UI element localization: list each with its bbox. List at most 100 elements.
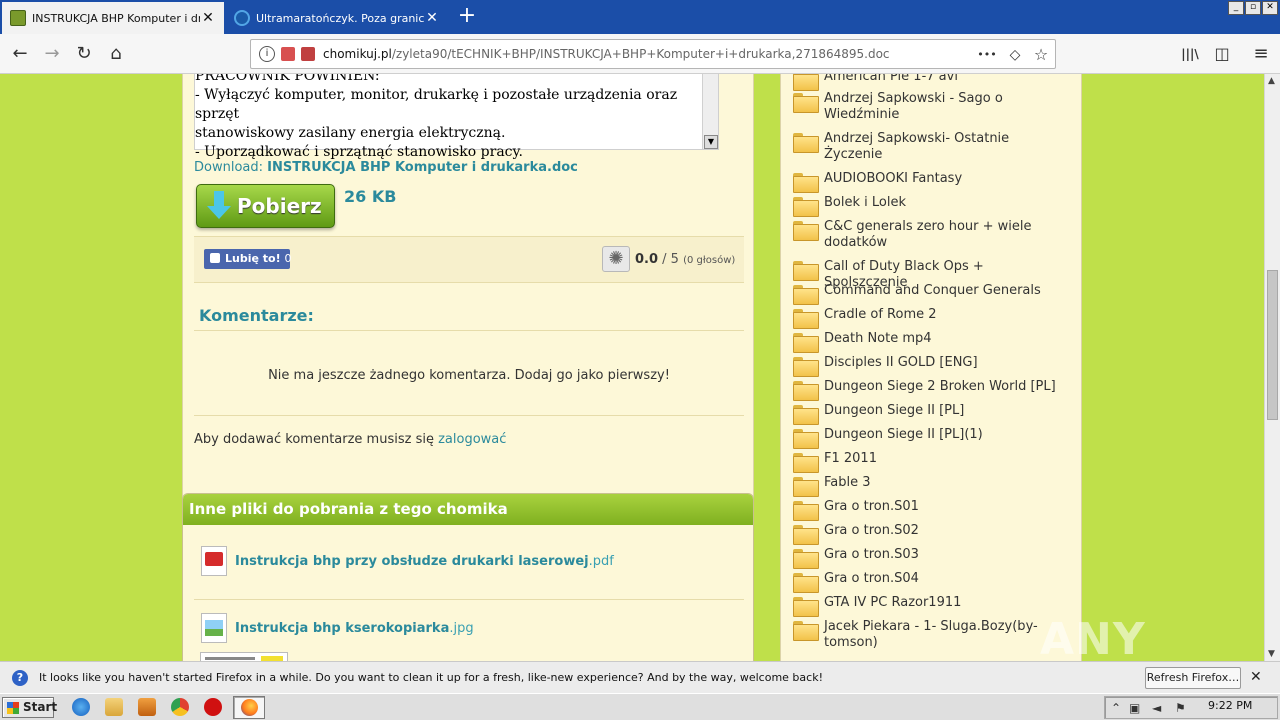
insecure-connection-icon[interactable] bbox=[301, 47, 315, 61]
internet-explorer-icon[interactable] bbox=[72, 698, 90, 716]
page-actions-icon[interactable]: ••• bbox=[977, 45, 997, 65]
comments-heading: Komentarze: bbox=[199, 306, 314, 325]
preview-line: PRACOWNIK POWINIEN: bbox=[195, 74, 380, 84]
list-item[interactable]: Instrukcja bhp przy obsłudze drukarki la… bbox=[201, 546, 614, 576]
tab-close-icon[interactable]: ✕ bbox=[200, 10, 216, 26]
file-name-link[interactable]: Instrukcja bhp kserokopiarka bbox=[235, 621, 449, 636]
close-window-button[interactable]: ✕ bbox=[1262, 1, 1278, 15]
pobierz-download-button[interactable]: Pobierz bbox=[196, 184, 335, 228]
new-tab-button[interactable]: + bbox=[454, 4, 480, 30]
folder-label: Disciples II GOLD [ENG] bbox=[824, 355, 978, 370]
tab-title: Ultramaratończyk. Poza granicam bbox=[256, 11, 424, 25]
folder-item[interactable]: Gra o tron.S03 bbox=[793, 547, 1062, 569]
document-preview[interactable]: PRACOWNIK POWINIEN: - Wyłączyć komputer,… bbox=[194, 74, 719, 160]
network-icon[interactable]: ▣ bbox=[1129, 701, 1140, 715]
folder-item[interactable]: Fable 3 bbox=[793, 475, 1062, 497]
folder-item[interactable]: Gra o tron.S01 bbox=[793, 499, 1062, 521]
folder-icon bbox=[793, 549, 819, 569]
download-filename-link[interactable]: INSTRUKCJA BHP Komputer i drukarka.doc bbox=[267, 160, 578, 175]
refresh-notification-bar: ? It looks like you haven't started Fire… bbox=[0, 661, 1280, 693]
folder-label: American Pie 1-7 avi bbox=[824, 74, 958, 84]
folder-item[interactable]: GTA IV PC Razor1911 bbox=[793, 595, 1062, 617]
url-host: chomikuj.pl bbox=[323, 47, 392, 61]
folder-label: Dungeon Siege 2 Broken World [PL] bbox=[824, 379, 1056, 394]
divider bbox=[194, 415, 744, 416]
tray-expand-icon[interactable]: ⌃ bbox=[1111, 701, 1121, 715]
scroll-down-arrow-icon[interactable]: ▼ bbox=[704, 135, 718, 149]
preview-scrollbar[interactable]: ▼ bbox=[702, 74, 718, 149]
folder-item[interactable]: F1 2011 bbox=[793, 451, 1062, 473]
media-player-icon[interactable] bbox=[138, 698, 156, 716]
folder-label: Jacek Piekara - 1- Sluga.Bozy(by-tomson) bbox=[824, 619, 1038, 650]
tab-active[interactable]: INSTRUKCJA BHP Komputer i druk ✕ bbox=[2, 2, 224, 34]
blocked-permission-icon[interactable] bbox=[281, 47, 295, 61]
scroll-down-arrow-icon[interactable]: ▼ bbox=[1268, 649, 1275, 659]
file-explorer-icon[interactable] bbox=[105, 698, 123, 716]
folder-item[interactable]: C&C generals zero hour + wiele dodatków bbox=[793, 219, 1062, 251]
close-icon[interactable]: ✕ bbox=[1250, 669, 1262, 685]
folder-item[interactable]: Dungeon Siege II [PL](1) bbox=[793, 427, 1062, 449]
folder-label: AUDIOBOOKI Fantasy bbox=[824, 171, 963, 186]
login-link[interactable]: zalogować bbox=[438, 432, 506, 447]
home-button[interactable]: ⌂ bbox=[102, 40, 130, 68]
folder-icon bbox=[793, 333, 819, 353]
folder-item[interactable]: American Pie 1-7 avi bbox=[793, 74, 1062, 91]
other-files-heading: Inne pliki do pobrania z tego chomika bbox=[183, 494, 753, 525]
folder-label: Gra o tron.S03 bbox=[824, 547, 919, 562]
folder-item[interactable]: Disciples II GOLD [ENG] bbox=[793, 355, 1062, 377]
firefox-taskbar-button[interactable] bbox=[233, 696, 265, 719]
folder-item[interactable]: Jacek Piekara - 1- Sluga.Bozy(by-tomson) bbox=[793, 619, 1062, 651]
list-item[interactable]: Instrukcja bhp kserokopiarka .jpg bbox=[201, 613, 474, 643]
pobierz-label: Pobierz bbox=[237, 194, 322, 218]
file-name-link[interactable]: Instrukcja bhp przy obsłudze drukarki la… bbox=[235, 554, 589, 569]
tab-inactive[interactable]: Ultramaratończyk. Poza granicam ✕ bbox=[226, 2, 448, 34]
page-scrollbar[interactable]: ▲ ▼ bbox=[1264, 74, 1280, 661]
scroll-up-arrow-icon[interactable]: ▲ bbox=[1268, 76, 1275, 86]
folder-item[interactable]: Death Note mp4 bbox=[793, 331, 1062, 353]
folder-label: Death Note mp4 bbox=[824, 331, 932, 346]
action-center-flag-icon[interactable]: ⚑ bbox=[1175, 701, 1186, 715]
url-text[interactable]: chomikuj.pl/zyleta90/tECHNIK+BHP/INSTRUK… bbox=[323, 47, 890, 61]
chrome-icon[interactable] bbox=[171, 698, 189, 716]
folder-item[interactable]: Andrzej Sapkowski- Ostatnie Życzenie bbox=[793, 131, 1062, 163]
folder-item[interactable]: Gra o tron.S04 bbox=[793, 571, 1062, 593]
url-path: /zyleta90/tECHNIK+BHP/INSTRUKCJA+BHP+Kom… bbox=[391, 47, 890, 61]
windows-taskbar: Start ⌃ ▣ ◄ ⚑ 9:22 PM bbox=[0, 693, 1280, 720]
library-icon[interactable]: |||\ bbox=[1176, 40, 1204, 68]
sidebar-icon[interactable]: ◫ bbox=[1208, 40, 1236, 68]
file-thumbnail[interactable] bbox=[200, 652, 288, 661]
clock[interactable]: 9:22 PM bbox=[1208, 699, 1252, 712]
refresh-firefox-button[interactable]: Refresh Firefox… bbox=[1145, 667, 1241, 689]
volume-icon[interactable]: ◄ bbox=[1152, 701, 1161, 715]
start-button[interactable]: Start bbox=[2, 697, 57, 718]
firefox-icon bbox=[241, 699, 258, 716]
folder-item[interactable]: Cradle of Rome 2 bbox=[793, 307, 1062, 329]
site-info-icon[interactable]: i bbox=[259, 46, 275, 62]
folder-item[interactable]: Bolek i Lolek bbox=[793, 195, 1062, 217]
folder-item[interactable]: Dungeon Siege 2 Broken World [PL] bbox=[793, 379, 1062, 401]
maximize-button[interactable]: ▫ bbox=[1245, 1, 1261, 15]
folder-label: Andrzej Sapkowski- Ostatnie Życzenie bbox=[824, 131, 1010, 162]
folder-label: GTA IV PC Razor1911 bbox=[824, 595, 962, 610]
reload-button[interactable]: ↻ bbox=[70, 40, 98, 68]
menu-icon[interactable]: ≡ bbox=[1247, 40, 1275, 68]
facebook-like-button[interactable]: Lubię to! 0 bbox=[204, 249, 291, 269]
rating-gear-icon[interactable]: ✺ bbox=[602, 246, 630, 272]
folder-item[interactable]: Andrzej Sapkowski - Sago o Wiedźminie bbox=[793, 91, 1062, 123]
folder-label: Bolek i Lolek bbox=[824, 195, 906, 210]
bookmark-star-icon[interactable]: ☆ bbox=[1031, 45, 1051, 65]
opera-icon[interactable] bbox=[204, 698, 222, 716]
scrollbar-thumb[interactable] bbox=[1267, 270, 1278, 420]
folder-icon bbox=[793, 285, 819, 305]
minimize-button[interactable]: _ bbox=[1228, 1, 1244, 15]
folder-item[interactable]: Dungeon Siege II [PL] bbox=[793, 403, 1062, 425]
pocket-icon[interactable]: ◇ bbox=[1005, 45, 1025, 65]
folder-label: Andrzej Sapkowski - Sago o Wiedźminie bbox=[824, 91, 1003, 122]
forward-button[interactable]: → bbox=[38, 40, 66, 68]
tab-close-icon[interactable]: ✕ bbox=[424, 10, 440, 26]
folder-item[interactable]: AUDIOBOOKI Fantasy bbox=[793, 171, 1062, 193]
url-bar[interactable]: i chomikuj.pl/zyleta90/tECHNIK+BHP/INSTR… bbox=[250, 39, 1056, 69]
back-button[interactable]: ← bbox=[6, 40, 34, 68]
folder-item[interactable]: Command and Conquer Generals bbox=[793, 283, 1062, 305]
folder-item[interactable]: Gra o tron.S02 bbox=[793, 523, 1062, 545]
